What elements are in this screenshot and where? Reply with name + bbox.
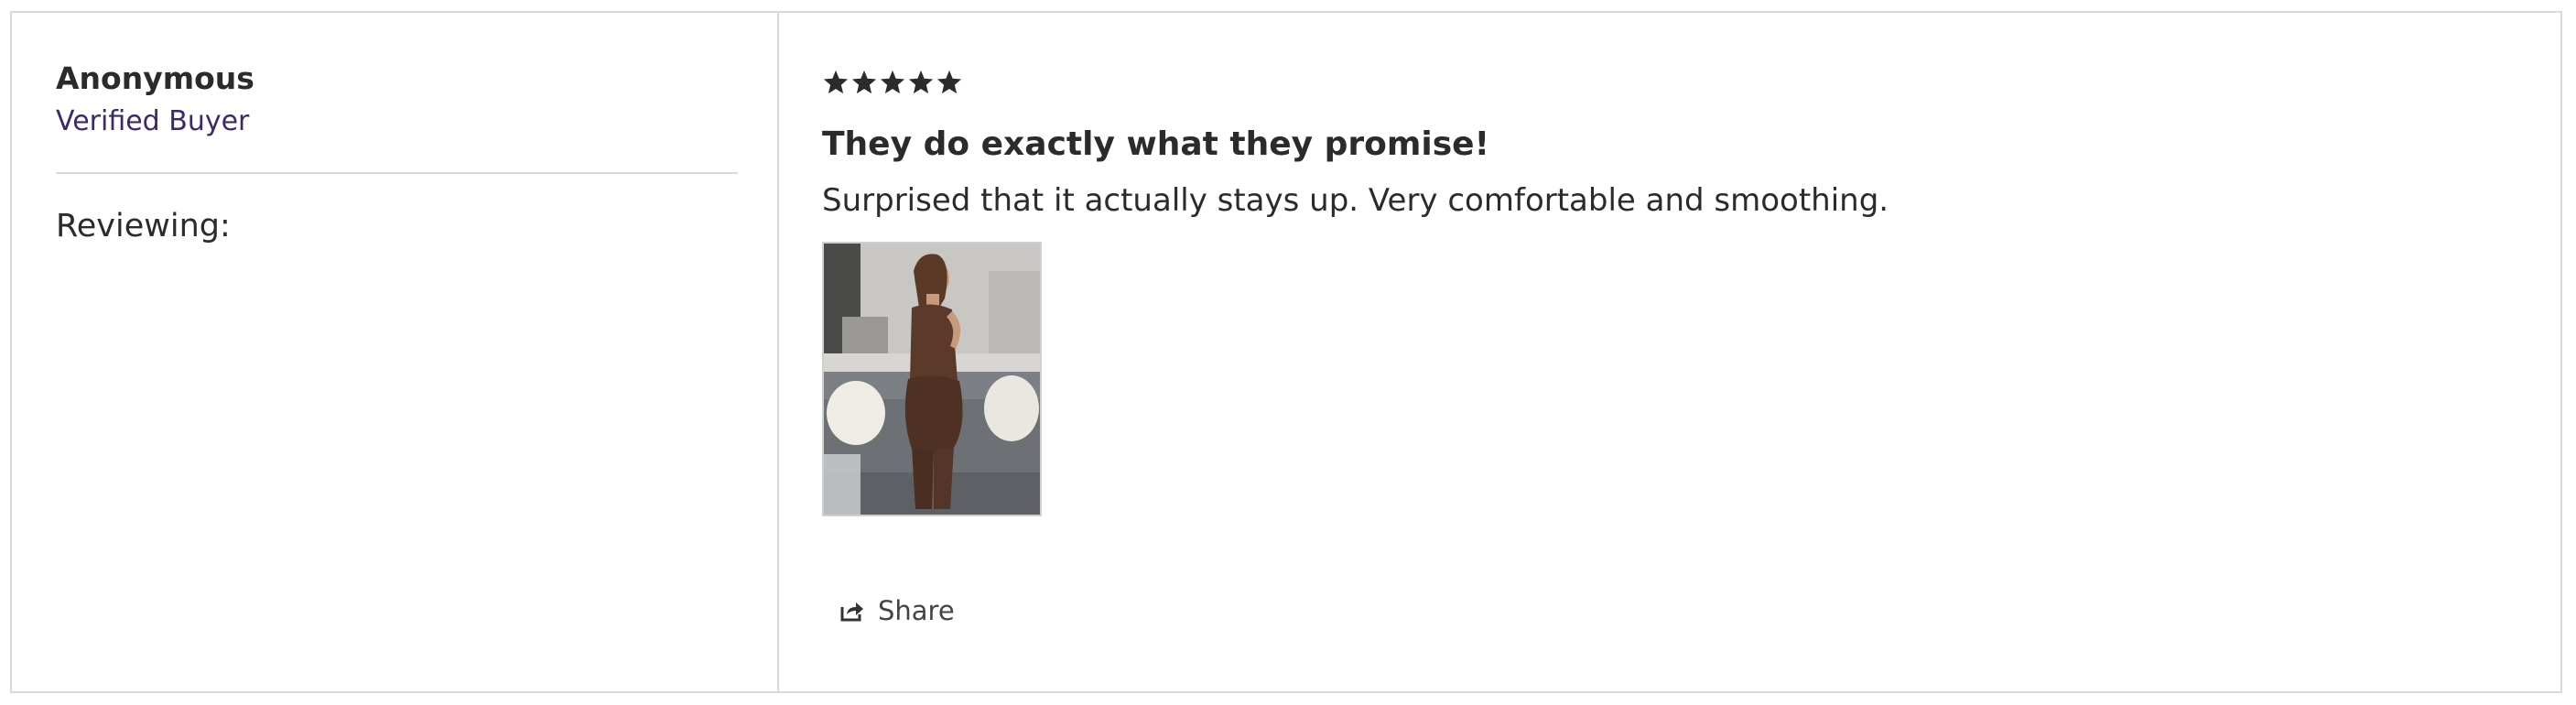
star-icon: [908, 70, 934, 94]
reviewing-label: Reviewing:: [56, 208, 231, 244]
verified-buyer-badge: Verified Buyer: [56, 105, 250, 137]
star-icon: [851, 70, 877, 94]
review-photo-image: [824, 244, 1040, 515]
review-content: They do exactly what they promise! Surpr…: [779, 13, 2560, 691]
star-rating: [822, 68, 2560, 97]
star-icon: [823, 70, 849, 94]
star-icon: [880, 70, 905, 94]
review-card: Anonymous Verified Buyer Reviewing: They…: [10, 11, 2562, 693]
reviewer-name: Anonymous: [56, 60, 254, 96]
divider: [56, 172, 738, 174]
review-title: They do exactly what they promise!: [822, 125, 1489, 163]
reviewer-panel: Anonymous Verified Buyer Reviewing:: [12, 13, 779, 691]
share-label: Share: [878, 595, 955, 626]
share-icon: [840, 602, 863, 622]
share-button[interactable]: Share: [839, 595, 955, 626]
star-icon: [936, 70, 962, 94]
review-body: Surprised that it actually stays up. Ver…: [822, 182, 1889, 219]
review-photo-thumbnail[interactable]: [822, 242, 1042, 516]
